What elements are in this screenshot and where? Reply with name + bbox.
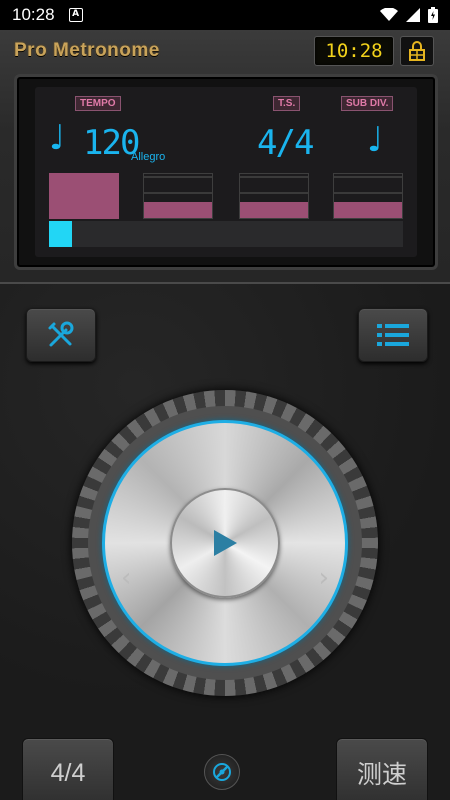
- time-signature-value[interactable]: 4/4: [257, 123, 314, 163]
- beat-block-1[interactable]: [49, 173, 119, 219]
- status-time: 10:28: [12, 5, 55, 24]
- play-icon: [214, 530, 237, 556]
- battery-icon: [428, 7, 438, 23]
- settings-button[interactable]: [26, 308, 96, 362]
- beat-block-3[interactable]: [239, 173, 309, 219]
- list-icon: [377, 324, 409, 346]
- tuner-button[interactable]: [204, 754, 240, 790]
- lock-button[interactable]: [400, 36, 434, 66]
- time-signature-button[interactable]: 4/4: [22, 738, 114, 800]
- tools-icon: [48, 321, 74, 347]
- notification-icon: A: [68, 8, 83, 22]
- tempo-name: Allegro: [131, 151, 166, 163]
- chevron-right-icon[interactable]: ›: [319, 563, 329, 593]
- wifi-icon: [380, 8, 398, 21]
- tempo-note-icon[interactable]: ♩: [49, 121, 65, 155]
- tempo-tag: TEMPO: [75, 96, 121, 111]
- time-signature-tag: T.S.: [273, 96, 301, 111]
- chevron-left-icon[interactable]: ‹: [121, 563, 131, 593]
- display-screen: TEMPO T.S. SUB DIV. ♩ 120 Allegro 4/4 ♩: [35, 87, 417, 257]
- subdivision-note-icon[interactable]: ♩: [367, 123, 383, 157]
- tap-tempo-button[interactable]: 测速: [336, 738, 428, 800]
- beat-block-2[interactable]: [143, 173, 213, 219]
- lock-icon: [409, 41, 425, 61]
- status-bar: 10:28 A: [0, 0, 450, 30]
- status-icons: [380, 7, 438, 23]
- play-button[interactable]: [170, 488, 280, 598]
- beat-progress-fill: [49, 221, 72, 247]
- subdivision-tag: SUB DIV.: [341, 96, 394, 111]
- beat-block-4[interactable]: [333, 173, 403, 219]
- tuner-icon: [213, 763, 231, 781]
- tempo-dial[interactable]: ‹ ›: [72, 390, 378, 696]
- signal-icon: [406, 8, 420, 22]
- clock-display: 10:28: [314, 36, 394, 66]
- list-button[interactable]: [358, 308, 428, 362]
- app-title: Pro Metronome: [14, 40, 160, 61]
- beat-progress-bar: [49, 221, 403, 247]
- metronome-display: TEMPO T.S. SUB DIV. ♩ 120 Allegro 4/4 ♩: [14, 74, 438, 270]
